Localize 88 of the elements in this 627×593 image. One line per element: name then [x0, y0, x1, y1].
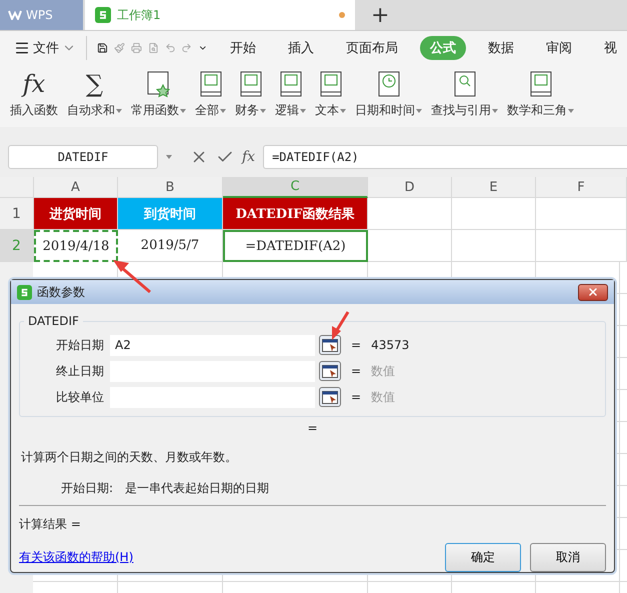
sum-icon: ∑: [86, 70, 104, 98]
ribbon-button[interactable]: 数学和三角: [507, 102, 574, 119]
caret-icon: [416, 108, 422, 112]
help-link[interactable]: 有关该函数的帮助(H): [19, 549, 134, 566]
caret-icon: [166, 155, 172, 159]
range-select-icon: [322, 390, 338, 404]
caret-icon: [340, 108, 346, 112]
ribbon-button[interactable]: 日期和时间: [355, 102, 422, 119]
menu-tab[interactable]: 开始: [220, 36, 266, 60]
column-header[interactable]: A: [34, 177, 118, 198]
ribbon-button[interactable]: 文本: [315, 102, 346, 119]
argument-description: 是一串代表起始日期的日期: [125, 480, 270, 497]
menu-tab[interactable]: 审阅: [536, 36, 582, 60]
book-icon: [198, 70, 222, 98]
range-select-icon: [322, 364, 338, 378]
range-select-icon: [322, 338, 338, 352]
ribbon-button[interactable]: 逻辑: [275, 102, 306, 119]
new-tab-button[interactable]: +: [371, 2, 390, 28]
caret-icon: [568, 108, 574, 112]
argument-result: 数值: [371, 362, 396, 380]
dialog-title: 函数参数: [37, 284, 85, 300]
spreadsheet-icon: [95, 7, 111, 23]
equals-sign: =: [351, 364, 362, 378]
table-cell: 进货时间: [34, 198, 118, 230]
menu-tab[interactable]: 数据: [478, 36, 524, 60]
file-menu[interactable]: 文件: [14, 39, 76, 57]
clock-book-icon: [376, 70, 400, 98]
argument-label: 比较单位: [55, 388, 105, 406]
row-header[interactable]: 1: [0, 198, 34, 230]
ribbon-button[interactable]: 全部: [195, 102, 226, 119]
argument-name: 开始日期:: [61, 480, 114, 497]
calculation-result: 计算结果 =: [19, 517, 81, 531]
column-header[interactable]: E: [452, 177, 536, 198]
search-book-icon: [452, 70, 476, 98]
argument-result: 数值: [371, 388, 396, 406]
caret-icon: [300, 108, 306, 112]
name-box[interactable]: DATEDIF: [8, 145, 158, 169]
spreadsheet-icon: [17, 284, 32, 300]
ribbon-button[interactable]: 自动求和: [67, 102, 122, 119]
cell-reference-button[interactable]: [319, 361, 341, 381]
book-icon: [528, 70, 552, 98]
column-header[interactable]: F: [536, 177, 627, 198]
formula-result: =: [307, 421, 318, 435]
table-cell: 到货时间: [118, 198, 223, 230]
menu-tab[interactable]: 视: [594, 36, 627, 60]
pointer-arrow: [332, 311, 350, 340]
menu-tab[interactable]: 插入: [278, 36, 324, 60]
menu-icon: [14, 40, 30, 56]
table-cell: DATEDIF函数结果: [223, 198, 368, 230]
insert-function-button[interactable]: fx: [242, 149, 256, 165]
table-cell: 2019/4/18: [34, 230, 118, 262]
table-cell: =DATEDIF(A2): [223, 230, 368, 262]
caret-icon: [116, 108, 122, 112]
argument-field[interactable]: A2: [110, 334, 315, 356]
book-icon: [238, 70, 262, 98]
caret-icon: [492, 108, 498, 112]
formula-field[interactable]: =DATEDIF(A2): [263, 145, 627, 169]
cell-reference-button[interactable]: [319, 387, 341, 407]
ribbon-button[interactable]: 常用函数: [131, 102, 186, 119]
caret-icon: [220, 108, 226, 112]
menu-tab[interactable]: 页面布局: [336, 36, 408, 60]
caret-icon: [260, 108, 266, 112]
ribbon-button[interactable]: 查找与引用: [431, 102, 498, 119]
ribbon-button[interactable]: 插入函数: [10, 102, 58, 119]
function-icon: fx: [22, 70, 46, 98]
argument-label: 开始日期: [55, 336, 105, 354]
equals-sign: =: [351, 390, 362, 404]
argument-result: 43573: [371, 338, 410, 352]
close-icon: [587, 286, 599, 298]
function-name: DATEDIF: [27, 314, 80, 328]
book-icon: [278, 70, 302, 98]
table-cell: 2019/5/7: [118, 230, 223, 262]
ok-button[interactable]: 确定: [445, 543, 521, 572]
cancel-button[interactable]: 取消: [530, 543, 606, 572]
caret-icon: [180, 108, 186, 112]
column-header[interactable]: D: [368, 177, 452, 198]
equals-sign: =: [351, 338, 362, 352]
column-header[interactable]: B: [118, 177, 223, 198]
argument-label: 终止日期: [55, 362, 105, 380]
ribbon-button[interactable]: 财务: [235, 102, 266, 119]
function-star-icon: [146, 70, 172, 98]
document-tab[interactable]: 工作簿1: [85, 0, 355, 30]
wps-logo-icon: [8, 10, 22, 20]
function-description: 计算两个日期之间的天数、月数或年数。: [21, 450, 237, 464]
book-icon: [318, 70, 342, 98]
cell-reference-button[interactable]: [319, 335, 341, 355]
pointer-arrow: [113, 260, 151, 294]
close-button[interactable]: [578, 284, 608, 300]
